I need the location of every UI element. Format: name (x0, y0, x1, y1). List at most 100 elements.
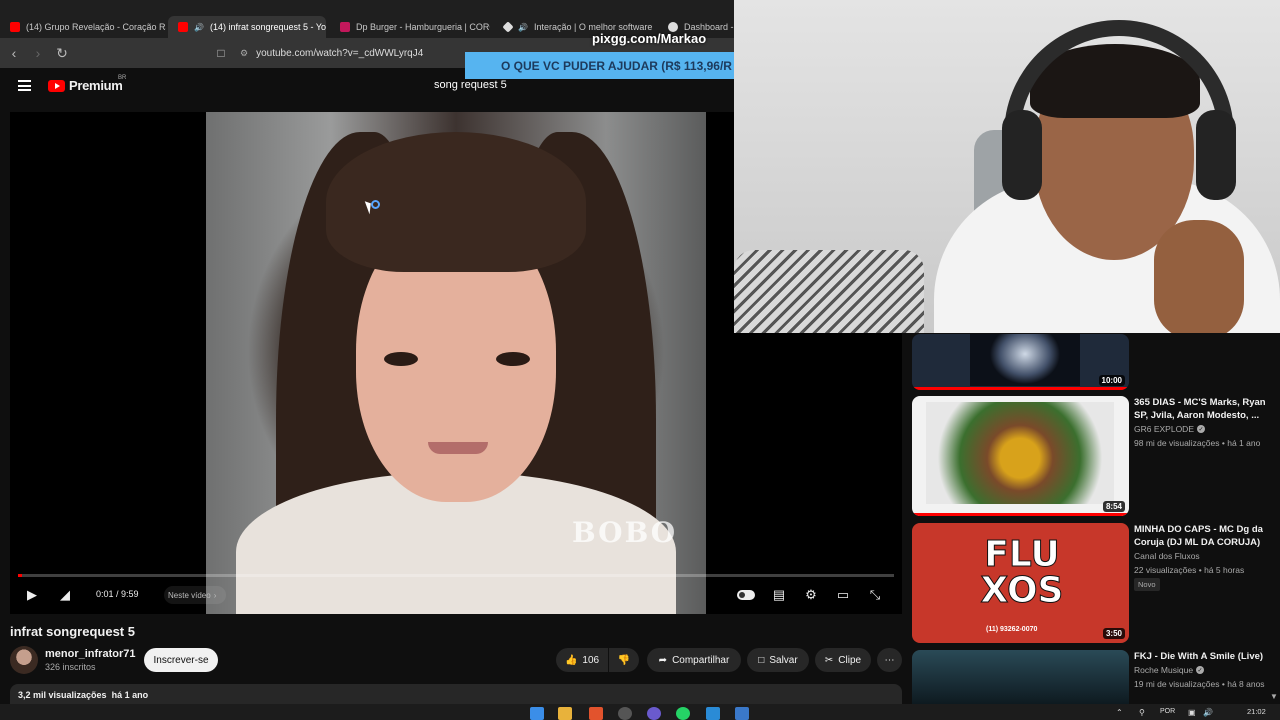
more-actions-button[interactable]: ⋯ (877, 648, 902, 672)
autoplay-toggle[interactable] (737, 590, 755, 600)
subscribe-button[interactable]: Inscrever-se (144, 648, 218, 672)
thumbs-down-icon: 👎 (617, 654, 631, 666)
channel-name[interactable]: GR6 EXPLODE ✓ (1134, 424, 1205, 434)
video-thumbnail[interactable] (912, 650, 1129, 704)
bookmark-icon[interactable]: □ (211, 43, 231, 63)
search-input[interactable]: song request 5 (434, 79, 507, 91)
video-title[interactable]: 365 DIAS - MC'S Marks, Ryan SP, Jvila, A… (1134, 396, 1270, 422)
recommended-video[interactable]: FKJ - Die With A Smile (Live) Roche Musi… (912, 650, 1272, 704)
burger-favicon-icon (340, 22, 350, 32)
video-thumbnail[interactable]: 8:54 (912, 396, 1129, 516)
calculator-icon[interactable] (735, 707, 749, 720)
brave-browser-icon[interactable] (589, 707, 603, 720)
view-count: 3,2 mil visualizações (18, 690, 107, 700)
chapter-button[interactable]: Neste vídeo › (164, 586, 227, 604)
chapter-label: Neste vídeo (168, 590, 211, 600)
app-icon[interactable] (618, 707, 632, 720)
subtitles-icon[interactable]: ▤ (771, 587, 787, 603)
chevron-up-icon[interactable]: ⌃ (1116, 708, 1123, 717)
screen: (14) Grupo Revelação - Coração Rad 🔊 (14… (0, 0, 1280, 720)
share-label: Compartilhar (672, 654, 730, 666)
tab-label: Dp Burger - Hamburgueria | CORONE (356, 22, 490, 32)
microphone-icon[interactable]: ⚲ (1139, 708, 1145, 717)
windows-start-icon[interactable] (530, 707, 544, 720)
channel-name[interactable]: Canal dos Fluxos (1134, 551, 1200, 561)
channel-avatar[interactable] (10, 646, 38, 674)
volume-icon[interactable]: ◢ (57, 587, 73, 603)
youtube-header: Premium BR song request 5 (0, 68, 734, 104)
address-bar[interactable]: ⚙ youtube.com/watch?v=_cdWWLyrqJ4 (232, 43, 492, 63)
clip-label: Clipe (838, 654, 862, 666)
bookmark-icon: □ (758, 654, 765, 666)
duration-badge: 8:54 (1102, 501, 1125, 512)
reload-icon[interactable]: ↻ (52, 43, 72, 63)
progress-bar[interactable] (18, 574, 894, 577)
hamburger-menu-icon[interactable] (18, 80, 31, 91)
eye-left (384, 352, 418, 366)
clock[interactable]: 21:02 (1247, 707, 1266, 716)
like-button[interactable]: 👍 106 (556, 648, 608, 672)
channel-label: Roche Musique (1134, 665, 1194, 675)
youtube-premium-logo[interactable]: Premium BR (48, 75, 126, 93)
video-meta: 19 mi de visualizações • há 8 anos (1134, 679, 1265, 689)
tab-label: (14) Grupo Revelação - Coração Rad (26, 22, 166, 32)
loading-spinner-icon (371, 200, 380, 209)
video-meta: 22 visualizações • há 5 horas (1134, 565, 1245, 575)
back-icon[interactable]: ‹ (4, 43, 24, 63)
streamer-webcam (734, 0, 1280, 333)
settings-gear-icon[interactable]: ⚙ (803, 587, 819, 603)
verified-check-icon: ✓ (1197, 425, 1205, 433)
overlay-site: pixgg.com/Markao (592, 31, 707, 46)
channel-name[interactable]: Roche Musique ✓ (1134, 665, 1205, 675)
video-thumbnail[interactable]: FLU XOS (11) 93262-0070 3:50 (912, 523, 1129, 643)
video-title[interactable]: MINHA DO CAPS - MC Dg da Coruja (DJ ML D… (1134, 523, 1270, 549)
theater-mode-icon[interactable]: ▭ (835, 587, 851, 603)
video-thumbnail[interactable]: 10:00 (912, 334, 1129, 390)
progress-fill (18, 574, 22, 577)
fullscreen-icon[interactable]: ⤡ (867, 587, 883, 603)
editor-icon[interactable] (706, 707, 720, 720)
clip-button[interactable]: ✂ Clipe (815, 648, 871, 672)
scroll-down-icon[interactable]: ▼ (1270, 692, 1278, 701)
tab-label: (14) infrat songrequest 5 - Yo (209, 22, 326, 32)
save-button[interactable]: □ Salvar (747, 648, 809, 672)
recommended-video[interactable]: FLU XOS (11) 93262-0070 3:50 MINHA DO CA… (912, 523, 1272, 643)
youtube-favicon-icon (178, 22, 188, 32)
recommended-video[interactable]: 10:00 (912, 334, 1272, 390)
share-button[interactable]: ➦ Compartilhar (647, 648, 741, 672)
recommended-video[interactable]: 8:54 365 DIAS - MC'S Marks, Ryan SP, Jvi… (912, 396, 1272, 516)
thumbnail-text: FLU XOS (980, 534, 1064, 611)
mouth (428, 442, 488, 454)
dislike-button[interactable]: 👎 (609, 648, 639, 672)
windows-taskbar: ⌃ ⚲ POR ▣ 🔊 21:02 (0, 704, 1280, 720)
browser-tab[interactable]: (14) Grupo Revelação - Coração Rad (0, 16, 166, 38)
youtube-favicon-icon (10, 22, 20, 32)
diamond-favicon-icon (502, 21, 514, 33)
play-icon[interactable]: ▶ (24, 587, 40, 603)
pillow (734, 250, 924, 333)
keyboard-language[interactable]: POR (1160, 708, 1175, 715)
scissors-icon: ✂ (824, 654, 834, 666)
verified-check-icon: ✓ (1196, 666, 1205, 674)
watched-bar (912, 513, 1129, 516)
video-watermark: BOBO (572, 516, 678, 549)
forward-icon[interactable]: › (28, 43, 48, 63)
more-dots-icon: ⋯ (884, 654, 895, 666)
site-settings-icon[interactable]: ⚙ (240, 48, 248, 59)
upload-date: há 1 ano (111, 690, 149, 700)
thumbnail-image (970, 334, 1080, 386)
speaker-icon[interactable]: 🔊 (1203, 708, 1213, 717)
network-icon[interactable]: ▣ (1188, 708, 1196, 717)
save-label: Salvar (769, 654, 798, 666)
subscriber-count: 326 inscritos (45, 662, 96, 672)
thumbnail-image (926, 402, 1114, 504)
channel-name[interactable]: menor_infrator71 (45, 648, 135, 660)
video-title[interactable]: FKJ - Die With A Smile (Live) (1134, 650, 1270, 663)
browser-tab[interactable]: Dp Burger - Hamburgueria | CORONE (330, 16, 490, 38)
discord-icon[interactable] (647, 707, 661, 720)
headset-cup-right (1196, 110, 1236, 200)
video-frame[interactable]: BOBO (206, 112, 706, 614)
file-explorer-icon[interactable] (558, 707, 572, 720)
browser-tab-active[interactable]: 🔊 (14) infrat songrequest 5 - Yo ✕ (168, 16, 326, 38)
whatsapp-icon[interactable] (676, 707, 690, 720)
